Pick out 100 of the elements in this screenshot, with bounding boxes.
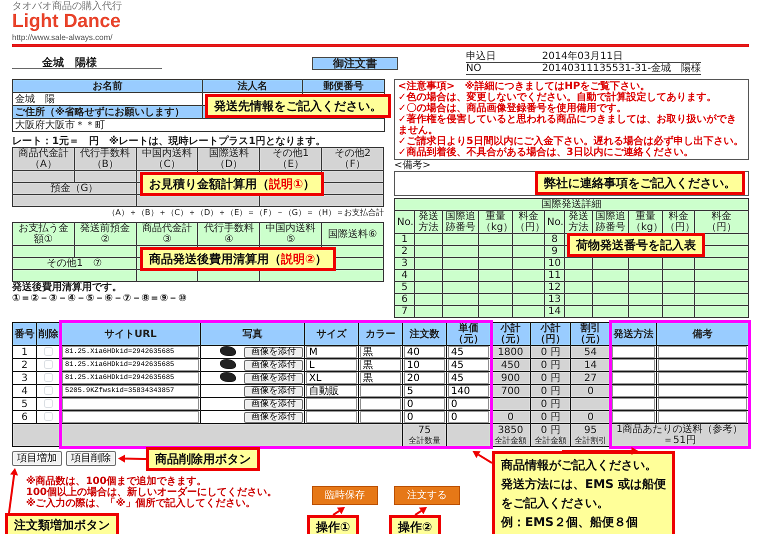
input-field[interactable] [360, 385, 401, 397]
checkbox[interactable] [44, 398, 53, 408]
column-header: お支払う金額① [12, 222, 74, 246]
callout: 注文類増加ボタン [5, 513, 119, 534]
column-header: No. [394, 210, 414, 234]
input-field[interactable]: 黒 [360, 359, 401, 371]
table-cell: 0 円 [530, 346, 570, 358]
column-header: その他1（E） [260, 148, 322, 170]
row-label: 預金（G） [12, 182, 136, 194]
total-value: 95 [583, 425, 598, 436]
input-field[interactable] [658, 411, 747, 423]
document-title: 御注文書 [312, 56, 398, 70]
input-field[interactable] [658, 398, 747, 410]
input-field[interactable]: 45 [448, 359, 489, 371]
callout: 操作② [389, 515, 442, 534]
input-field[interactable]: 10 [404, 359, 445, 371]
column-header: 国際送料⑥ [322, 222, 384, 246]
table-cell: 0 円 [530, 398, 570, 410]
input-field[interactable] [360, 398, 401, 410]
row-label: その他1 ⑦ [12, 258, 136, 270]
input-field[interactable] [658, 385, 747, 397]
column-header: 発送方法 [610, 322, 656, 346]
input-field[interactable]: 45 [448, 346, 489, 358]
input-field[interactable] [658, 359, 747, 371]
input-field[interactable] [612, 411, 655, 423]
callout: 操作① [307, 515, 360, 534]
table-cell: 1 [394, 234, 414, 246]
column-header: サイズ [304, 322, 358, 346]
column-header: No. [544, 210, 564, 234]
column-header: 割引（元） [570, 322, 610, 346]
checkbox[interactable] [44, 360, 53, 368]
input-field[interactable] [612, 398, 655, 410]
checkbox[interactable] [44, 346, 53, 356]
table-cell: 2 [394, 246, 414, 258]
table-cell: 2 [12, 358, 36, 372]
total-value: 3850 [496, 425, 524, 436]
input-field[interactable] [612, 359, 655, 371]
column-header: 削除 [36, 322, 60, 346]
input-field[interactable]: 5 [404, 385, 445, 397]
input-field[interactable]: 0 [404, 398, 445, 410]
customer-name: 金城 陽様 [12, 57, 162, 69]
input-field[interactable] [612, 385, 655, 397]
input-field[interactable]: 0 [448, 398, 489, 410]
column-header: 単価（元） [446, 322, 490, 346]
column-header: 中国内送料（C） [136, 148, 198, 170]
column-header: 中国内送料⑤ [260, 222, 322, 246]
callout: 商品発送後費用清算用（説明②） [140, 247, 336, 271]
input-field[interactable] [306, 398, 357, 410]
arrow [472, 451, 493, 464]
callout: 発送先情報をご記入ください。 [205, 94, 391, 118]
input-field[interactable] [658, 372, 747, 384]
note: 100個以上の場合は、新しいオーダーにしてください。 [26, 487, 278, 498]
column-header: 発送前預金② [74, 222, 136, 246]
callout: 商品削除用ボタン [146, 447, 260, 471]
add-row-button[interactable]: 項目増加 [12, 451, 62, 466]
input-field[interactable] [360, 411, 401, 423]
input-field[interactable]: XL [306, 372, 357, 384]
column-header: その他2（F） [322, 148, 384, 170]
input-field[interactable] [612, 346, 655, 358]
note: ①＝②－③－④－⑤－⑥－⑦－⑧＝⑨－⑩ [12, 293, 188, 304]
attach-image-button[interactable]: 画像を添付 [244, 347, 303, 358]
input-field[interactable] [62, 398, 199, 410]
input-field[interactable]: 0 [404, 411, 445, 423]
input-field[interactable]: 40 [404, 346, 445, 358]
arrow [8, 468, 18, 514]
attach-image-button[interactable]: 画像を添付 [244, 399, 303, 410]
input-field[interactable] [62, 411, 199, 423]
total-value: 75 [417, 425, 432, 436]
input-field[interactable]: 140 [448, 385, 489, 397]
input-field[interactable]: 黒 [360, 346, 401, 358]
table-cell: 6 [394, 294, 414, 306]
input-field[interactable]: M [306, 346, 357, 358]
attach-image-button[interactable]: 画像を添付 [244, 412, 303, 423]
attach-image-button[interactable]: 画像を添付 [244, 386, 303, 397]
checkbox[interactable] [44, 386, 53, 394]
notice-line: ✓著作権を侵害していると思われる商品につきましては、お取り扱いができません。 [398, 114, 738, 136]
column-header: 番号 [12, 322, 36, 346]
logo[interactable]: Light Dance [12, 12, 121, 32]
callout: 商品情報がご記入ください。 発送方法には、EMS 或は船便 をご記入ください。 例：EMS２個、船便８個 [492, 451, 675, 534]
table-cell: 7 [394, 306, 414, 318]
remove-row-button[interactable]: 項目削除 [66, 451, 116, 466]
input-field[interactable]: 0 [448, 411, 489, 423]
total-label: 全計割引 [574, 436, 608, 445]
input-field[interactable]: 20 [404, 372, 445, 384]
table-cell: 3 [394, 258, 414, 270]
column-header: 料金（円） [512, 210, 544, 234]
input-field[interactable]: 45 [448, 372, 489, 384]
total-label: 全計金額 [534, 436, 568, 445]
input-field[interactable]: L [306, 359, 357, 371]
input-field[interactable]: 黒 [360, 372, 401, 384]
checkbox[interactable] [44, 372, 53, 382]
table-title: 国際発送詳細 [394, 198, 748, 210]
attach-image-button[interactable]: 画像を添付 [244, 373, 303, 384]
checkbox[interactable] [44, 412, 53, 420]
attach-image-button[interactable]: 画像を添付 [244, 360, 303, 371]
input-field[interactable] [612, 372, 655, 384]
column-header: サイトURL [60, 322, 200, 346]
input-field[interactable] [658, 346, 747, 358]
input-field[interactable]: 自動販 [306, 385, 357, 397]
input-field[interactable] [306, 411, 357, 423]
